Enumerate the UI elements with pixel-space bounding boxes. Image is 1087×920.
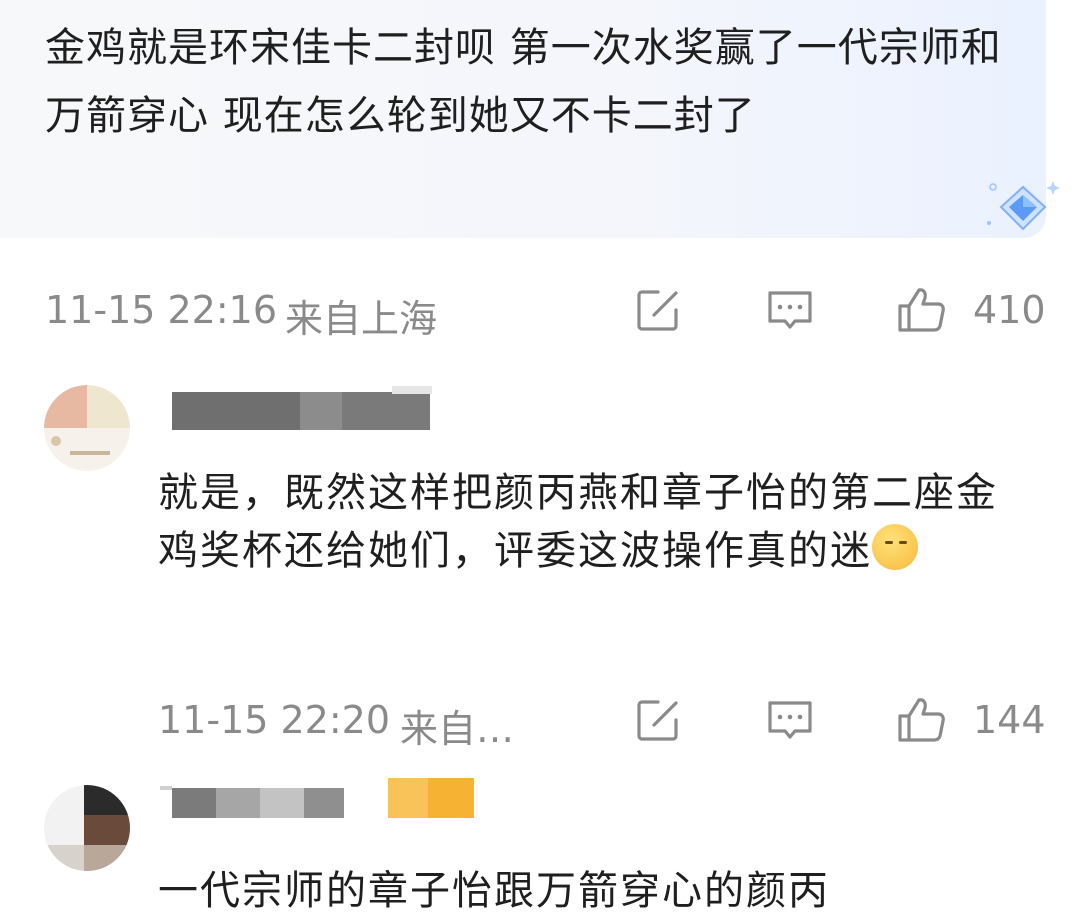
edit-square-icon[interactable] bbox=[632, 694, 684, 746]
comment-time: 11-15 22:20 bbox=[158, 698, 391, 742]
like-count[interactable]: 410 bbox=[973, 288, 1046, 332]
comment-meta: 11-15 22:20 来自… 144 bbox=[0, 698, 1087, 751]
like-count[interactable]: 144 bbox=[973, 698, 1046, 742]
comment-text: 一代宗师的章子怡跟万箭穿心的颜丙 bbox=[158, 868, 830, 914]
comment-text: 就是，既然这样把颜丙燕和章子怡的第二座金鸡奖杯还给她们，评委这波操作真的迷 bbox=[158, 464, 1038, 580]
post-time: 11-15 22:16 bbox=[45, 288, 278, 332]
comment-bubble-icon[interactable] bbox=[764, 694, 816, 746]
username-mosaic[interactable] bbox=[160, 776, 475, 820]
thumbs-up-icon[interactable] bbox=[895, 694, 947, 746]
comment-bubble-icon[interactable] bbox=[764, 284, 816, 336]
username-mosaic[interactable] bbox=[170, 386, 432, 432]
comment-body: 就是，既然这样把颜丙燕和章子怡的第二座金鸡奖杯还给她们，评委这波操作真的迷 bbox=[158, 470, 998, 574]
thumbs-up-icon[interactable] bbox=[895, 284, 947, 336]
post-meta: 11-15 22:16 来自上海 410 bbox=[0, 288, 1087, 341]
shush-emoji-icon bbox=[872, 524, 918, 570]
post-card: 金鸡就是环宋佳卡二封呗 第一次水奖赢了一代宗师和万箭穿心 现在怎么轮到她又不卡二… bbox=[0, 0, 1060, 238]
diamond-badge-icon bbox=[987, 181, 1060, 231]
edit-square-icon[interactable] bbox=[632, 284, 684, 336]
post-text: 金鸡就是环宋佳卡二封呗 第一次水奖赢了一代宗师和万箭穿心 现在怎么轮到她又不卡二… bbox=[45, 25, 1002, 139]
post-location: 来自上海 bbox=[285, 297, 438, 341]
avatar[interactable] bbox=[44, 385, 130, 471]
avatar[interactable] bbox=[44, 785, 130, 871]
comment-location: 来自… bbox=[400, 707, 515, 751]
